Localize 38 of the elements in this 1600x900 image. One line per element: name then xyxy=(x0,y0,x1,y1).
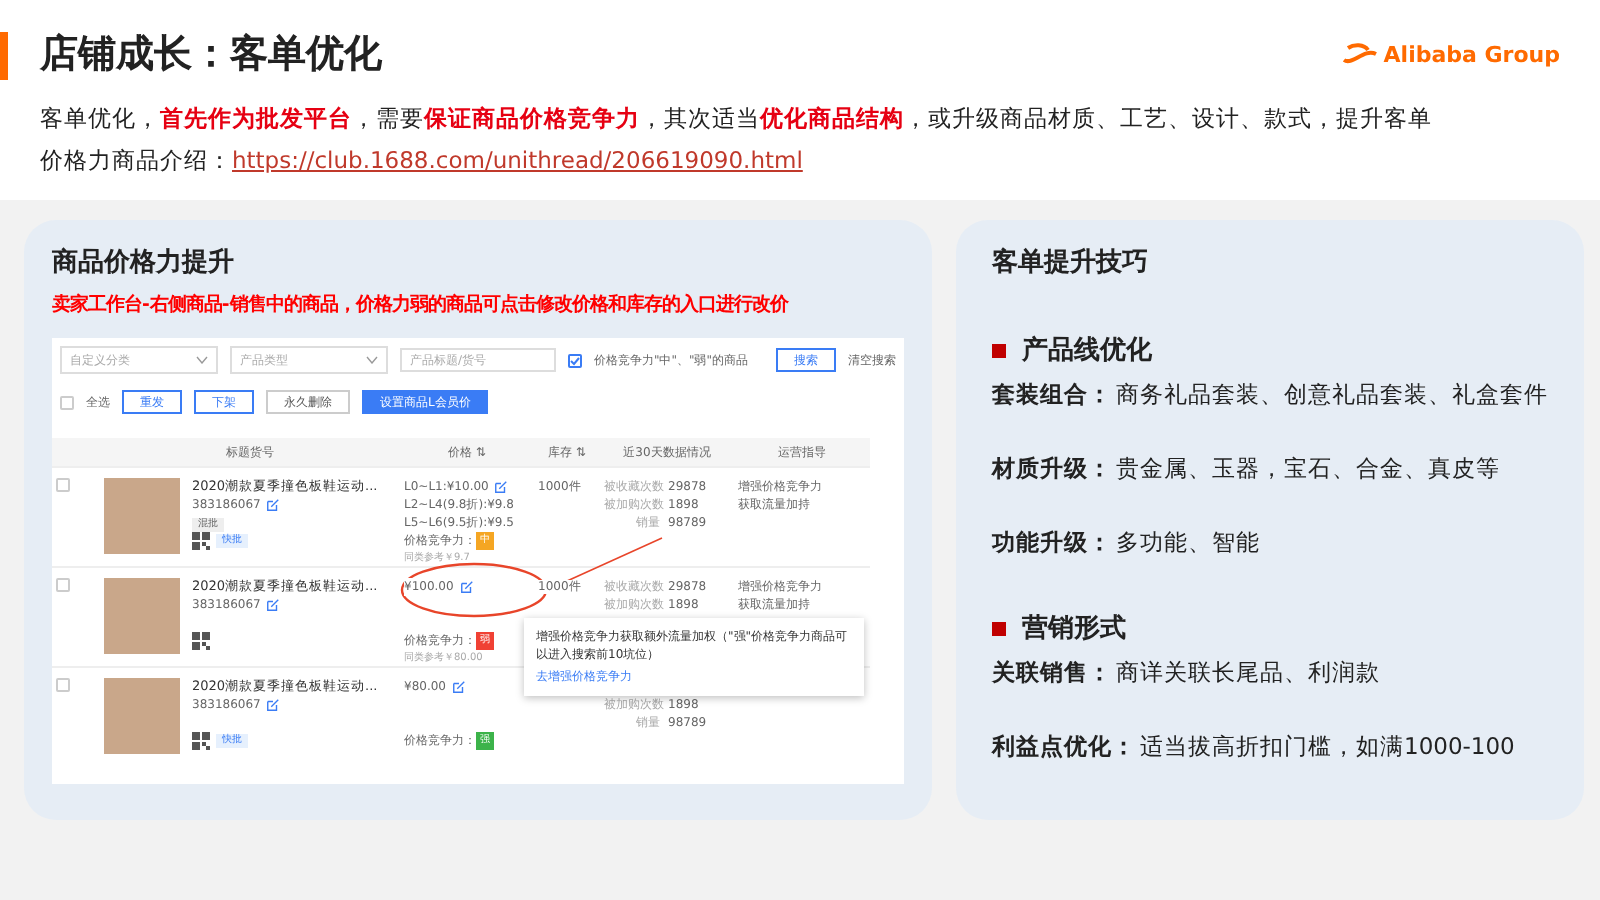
panel-title: 商品价格力提升 xyxy=(52,245,236,280)
photo-placeholder xyxy=(104,578,180,654)
chevron-down-icon xyxy=(365,356,378,364)
tip-text: 关联销售： 商详关联长尾品、利润款 xyxy=(992,658,1382,688)
qr-code-icon xyxy=(192,632,210,650)
tip-text: 材质升级： 贵金属、玉器，宝石、合金、真皮等 xyxy=(992,454,1502,484)
section-heading: 营销形式 xyxy=(1022,612,1126,646)
tip-text: 功能升级： 多功能、智能 xyxy=(992,528,1262,558)
checkbox[interactable] xyxy=(56,678,70,692)
bullet-icon xyxy=(992,343,1006,357)
logo-text: Alibaba Group xyxy=(1383,41,1560,67)
tip-text: 利益点优化： 适当拔高折扣门槛，如满1000-100 xyxy=(992,732,1517,762)
link-label: 价格力商品介绍： xyxy=(40,146,232,176)
edit-icon[interactable] xyxy=(452,680,466,694)
bullet-icon xyxy=(992,621,1006,635)
page-title: 店铺成长：客单优化 xyxy=(40,30,382,80)
edit-icon[interactable] xyxy=(494,480,509,494)
photo-placeholder xyxy=(104,678,180,754)
accent-bar xyxy=(0,32,8,80)
photo-placeholder xyxy=(104,478,180,554)
tip-text: 套装组合： 商务礼品套装、创意礼品套装、礼盒套件 xyxy=(992,380,1548,410)
section-heading: 产品线优化 xyxy=(1022,333,1152,368)
checkbox[interactable] xyxy=(56,578,70,592)
checkbox[interactable] xyxy=(56,478,70,492)
instruction-text: 卖家工作台-右侧商品-销售中的商品，价格力弱的商品可点击修改价格和库存的入口进行改价 xyxy=(52,292,791,318)
logo-icon xyxy=(1339,42,1380,66)
qr-code-icon xyxy=(192,532,210,550)
intro-text: 客单优化，首先作为批发平台，需要保证商品价格竞争力，其次适当优化商品结构，或升级商品材质、工艺、设计、款式，提升客单 xyxy=(40,104,1434,134)
product-link[interactable]: https://club.1688.com/unithread/206619090.html xyxy=(232,146,803,176)
checkbox[interactable] xyxy=(60,395,74,409)
checkbox[interactable] xyxy=(567,353,582,367)
edit-icon[interactable] xyxy=(266,598,281,612)
edit-icon[interactable] xyxy=(266,698,281,712)
qr-code-icon xyxy=(192,732,210,750)
edit-icon[interactable] xyxy=(266,498,281,512)
panel-title: 客单提升技巧 xyxy=(992,245,1150,280)
chevron-down-icon xyxy=(195,356,208,364)
edit-icon[interactable] xyxy=(459,580,474,594)
